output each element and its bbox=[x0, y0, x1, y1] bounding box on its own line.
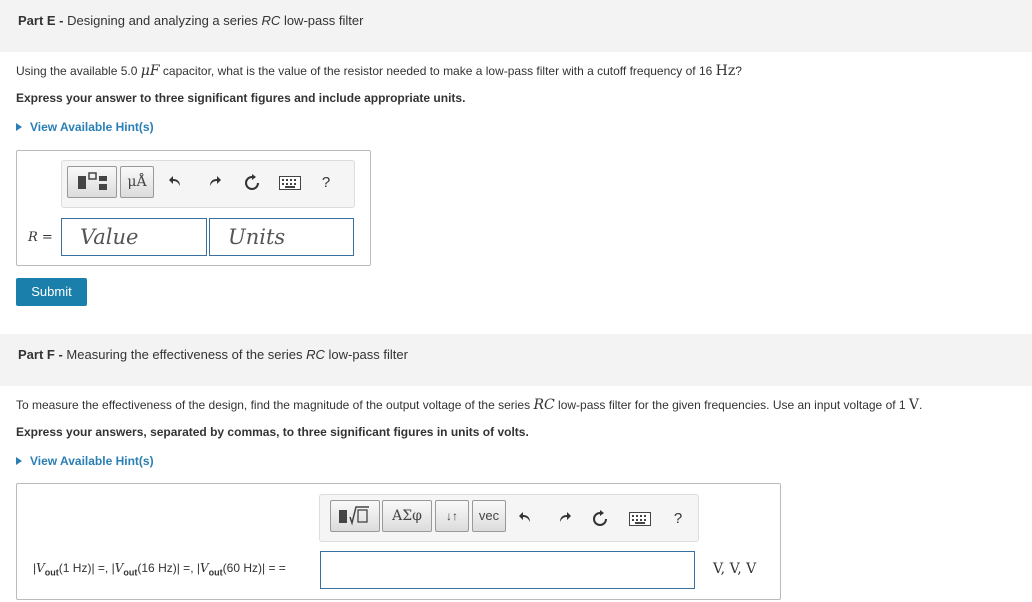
templates-icon bbox=[78, 172, 107, 190]
reset-icon[interactable] bbox=[242, 174, 262, 196]
vector-button[interactable]: vec bbox=[472, 500, 506, 532]
part-f-toolbar: ΑΣφ ↓↑ vec ? bbox=[319, 494, 699, 542]
part-e-question: Using the available 5.0 μF capacitor, wh… bbox=[16, 63, 742, 79]
units-input[interactable]: Units bbox=[209, 218, 354, 256]
templates-button[interactable] bbox=[67, 166, 117, 198]
help-icon[interactable]: ? bbox=[668, 510, 688, 527]
resistor-variable-label: R = bbox=[28, 230, 53, 245]
part-e-answer-box: μÅ ? R = Value Units bbox=[16, 150, 371, 266]
reset-icon[interactable] bbox=[590, 510, 610, 532]
sort-button[interactable]: ↓↑ bbox=[435, 500, 469, 532]
undo-icon[interactable] bbox=[516, 510, 536, 530]
greek-symbols-button[interactable]: ΑΣφ bbox=[382, 500, 432, 532]
keyboard-icon[interactable] bbox=[628, 512, 652, 530]
redo-icon[interactable] bbox=[554, 510, 574, 530]
units-button[interactable]: μÅ bbox=[120, 166, 154, 198]
part-f-answer-box: ΑΣφ ↓↑ vec ? |Vout(1 Hz)| =, |Vout(16 Hz… bbox=[16, 483, 781, 600]
help-icon[interactable]: ? bbox=[316, 174, 336, 191]
part-f-title: Part F - Measuring the effectiveness of … bbox=[18, 347, 408, 362]
part-e-header: Part E - Designing and analyzing a serie… bbox=[0, 0, 1032, 52]
templates-button[interactable] bbox=[330, 500, 380, 532]
part-e-instruction: Express your answer to three significant… bbox=[16, 91, 466, 105]
keyboard-icon[interactable] bbox=[278, 176, 302, 194]
part-f-header: Part F - Measuring the effectiveness of … bbox=[0, 334, 1032, 386]
part-e-toolbar: μÅ ? bbox=[61, 160, 355, 208]
templates-icon bbox=[339, 506, 369, 526]
redo-icon[interactable] bbox=[204, 174, 224, 194]
expand-triangle-icon bbox=[16, 457, 22, 465]
vout-equation-label: |Vout(1 Hz)| =, |Vout(16 Hz)| =, |Vout(6… bbox=[33, 561, 286, 578]
part-f-instruction: Express your answers, separated by comma… bbox=[16, 425, 529, 439]
part-f-hint-link[interactable]: View Available Hint(s) bbox=[16, 454, 154, 468]
part-e-title: Part E - Designing and analyzing a serie… bbox=[18, 13, 364, 28]
vout-answer-input[interactable] bbox=[320, 551, 695, 589]
part-e-hint-link[interactable]: View Available Hint(s) bbox=[16, 120, 154, 134]
submit-button[interactable]: Submit bbox=[16, 278, 87, 306]
undo-icon[interactable] bbox=[166, 174, 186, 194]
units-label: V, V, V bbox=[713, 561, 757, 577]
expand-triangle-icon bbox=[16, 123, 22, 131]
part-f-question: To measure the effectiveness of the desi… bbox=[16, 397, 923, 413]
value-input[interactable]: Value bbox=[61, 218, 207, 256]
